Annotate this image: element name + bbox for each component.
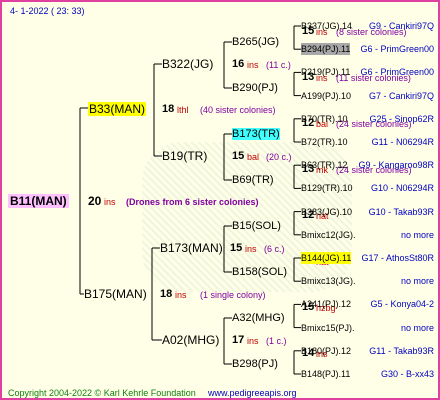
gen1-1-name: B175(MAN) xyxy=(84,287,147,301)
gen3-3-name: B69(TR) xyxy=(232,174,274,186)
gen2-3-num: 17 xyxy=(232,334,245,346)
gen1-0-name: B33(MAN) xyxy=(88,102,147,116)
gen4-0-tag: G9 - Cankiri97Q xyxy=(368,21,434,31)
gen3-4-name: B15(SOL) xyxy=(232,220,281,232)
gen1-1-note: (1 single colony) xyxy=(200,290,266,300)
gen2-0-ins: ins xyxy=(247,60,259,70)
gen4-13-tag: no more xyxy=(400,322,434,333)
gen4-8-tag: G10 - Takab93R xyxy=(368,206,434,217)
gen4-2-name: P219(PJ).11 xyxy=(301,67,351,78)
gen4-14-name: B180(PJ).12 xyxy=(301,345,352,356)
gen4-10-tag: G17 - AthosSt80R xyxy=(361,253,434,263)
gen3-6-name: A32(MHG) xyxy=(232,312,285,324)
gen2-2-ins: ins xyxy=(245,244,257,254)
gen2-0-note: (11 c.) xyxy=(266,60,291,70)
gen4-4-tag: G25 - Sinop62R xyxy=(369,113,434,124)
gen2-0-num: 16 xyxy=(232,58,245,70)
gen2-2-num: 15 xyxy=(230,242,243,254)
gen1-1-num: 18 xyxy=(160,288,173,300)
gen3-0-name: B265(JG) xyxy=(232,36,280,48)
gen4-11-tag: no more xyxy=(400,276,434,287)
gen4-9-name: Bmixc12(JG). xyxy=(301,229,356,240)
gen4-9-tag: no more xyxy=(400,229,434,240)
gen4-12-tag: G5 - Konya04-2 xyxy=(370,299,434,310)
gen4-14-tag: G11 - Takab93R xyxy=(369,345,434,356)
gen1-0-num: 18 xyxy=(162,103,175,115)
gen3-7-name: B298(PJ) xyxy=(232,358,278,370)
gen1-1-ins: ins xyxy=(175,290,187,300)
gen2-2-name: B173(MAN) xyxy=(160,241,223,255)
gen4-5-tag: G11 - N06294R xyxy=(371,137,434,147)
gen4-10-name: B144(JG).11 xyxy=(301,252,352,264)
root-num: 20 xyxy=(88,194,102,208)
gen3-5-name: B158(SOL) xyxy=(232,266,288,278)
gen4-12-name: A241(PJ).12 xyxy=(301,299,352,310)
gen4-11-name: Bmixc13(JG). xyxy=(301,276,356,287)
gen2-3-name: A02(MHG) xyxy=(162,333,220,347)
gen2-1-ins: bal xyxy=(247,152,260,162)
gen2-1-num: 15 xyxy=(232,150,245,162)
gen2-1-note: (20 c.) xyxy=(266,152,292,162)
gen2-1-name: B19(TR) xyxy=(162,149,208,163)
gen4-15-name: B148(PJ).11 xyxy=(301,369,351,379)
gen2-3-note: (1 c.) xyxy=(266,336,287,346)
gen3-2-name: B173(TR) xyxy=(232,128,280,140)
gen4-1-tag: G6 - PrimGreen00 xyxy=(360,44,434,55)
gen4-8-name: B383(JG).10 xyxy=(301,206,353,217)
gen4-7-tag: G10 - N06294R xyxy=(370,183,434,194)
gen4-5-name: B72(TR).10 xyxy=(301,137,348,147)
gen4-6-tag: G9 - Kangaroo98R xyxy=(358,160,434,171)
gen4-2-tag: G6 - PrimGreen00 xyxy=(360,67,434,78)
gen4-15-tag: G30 - B-xx43 xyxy=(380,369,434,379)
gen4-3-tag: G7 - Cankiri97Q xyxy=(368,90,434,101)
pedigree-frame: 4- 1-2022 ( 23: 33) B11(MAN) 20 ins (Dro… xyxy=(0,0,440,400)
gen2-0-name: B322(JG) xyxy=(162,57,214,71)
gen3-1-name: B290(PJ) xyxy=(232,82,278,94)
footer-site[interactable]: www.pedigreeapis.org xyxy=(208,387,297,398)
root-note: (Drones from 6 sister colonies) xyxy=(126,197,259,207)
gen4-1-name: B294(PJ).11 xyxy=(301,43,351,56)
gen1-0-note: (40 sister colonies) xyxy=(200,105,276,115)
root-ins: ins xyxy=(104,197,116,207)
gen4-13-name: Bmixc15(PJ). xyxy=(301,322,355,333)
gen1-0-ins: lthl xyxy=(177,105,189,115)
footer-copyright: Copyright 2004-2022 © Karl Kehrle Founda… xyxy=(8,388,196,398)
gen4-0-name: B337(JG).14 xyxy=(301,21,353,31)
header-date: 4- 1-2022 ( 23: 33) xyxy=(10,6,85,16)
gen4-3-name: A199(PJ).10 xyxy=(301,90,352,101)
gen4-7-name: B129(TR).10 xyxy=(301,183,353,194)
gen2-3-ins: ins xyxy=(247,336,259,346)
gen4-6-name: B63(TR).12 xyxy=(301,160,348,171)
gen2-2-note: (6 c.) xyxy=(264,244,285,254)
root-name: B11(MAN) xyxy=(8,194,69,208)
gen4-4-name: B70(TR).10 xyxy=(301,113,348,124)
